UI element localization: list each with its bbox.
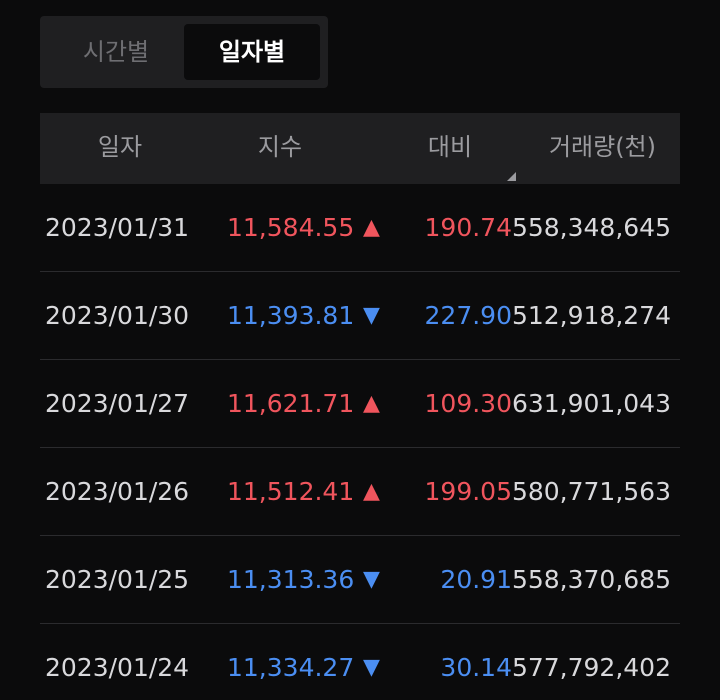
- row-index-value: 11,393.81: [227, 301, 355, 330]
- row-change-value: 20.91: [440, 565, 512, 594]
- row-date: 2023/01/30: [45, 301, 190, 330]
- row-index-value: 11,313.36: [227, 565, 355, 594]
- daily-index-view: 시간별 일자별 일자 지수 대비 거래량(천) 2023/01/31 11,58…: [0, 0, 720, 700]
- row-date: 2023/01/25: [45, 565, 190, 594]
- change-direction-icon: ▲: [363, 215, 380, 240]
- row-change-value: 199.05: [424, 477, 512, 506]
- header-index[interactable]: 지수: [200, 113, 360, 184]
- row-change-value: 109.30: [424, 389, 512, 418]
- table-row[interactable]: 2023/01/31 11,584.55 ▲ 190.74 558,348,64…: [40, 184, 680, 272]
- row-change-value: 227.90: [424, 301, 512, 330]
- table-row[interactable]: 2023/01/25 11,313.36 ▼ 20.91 558,370,685: [40, 536, 680, 624]
- table-row[interactable]: 2023/01/30 11,393.81 ▼ 227.90 512,918,27…: [40, 272, 680, 360]
- table-row[interactable]: 2023/01/26 11,512.41 ▲ 199.05 580,771,56…: [40, 448, 680, 536]
- change-direction-icon: ▼: [363, 303, 380, 328]
- row-date: 2023/01/31: [45, 213, 190, 242]
- change-direction-icon: ▼: [363, 567, 380, 592]
- row-change-value: 30.14: [440, 653, 512, 682]
- row-date: 2023/01/24: [45, 653, 190, 682]
- sort-corner-icon[interactable]: [507, 172, 516, 181]
- tab-hourly[interactable]: 시간별: [48, 24, 184, 80]
- change-direction-icon: ▲: [363, 391, 380, 416]
- row-volume: 577,792,402: [511, 653, 671, 682]
- row-volume: 631,901,043: [511, 389, 671, 418]
- row-volume: 580,771,563: [511, 477, 671, 506]
- row-index-value: 11,334.27: [227, 653, 355, 682]
- table-row[interactable]: 2023/01/27 11,621.71 ▲ 109.30 631,901,04…: [40, 360, 680, 448]
- header-date[interactable]: 일자: [40, 113, 200, 184]
- row-volume: 512,918,274: [511, 301, 671, 330]
- change-direction-icon: ▼: [363, 655, 380, 680]
- table-body: 2023/01/31 11,584.55 ▲ 190.74 558,348,64…: [40, 184, 680, 700]
- table-header: 일자 지수 대비 거래량(천): [40, 113, 680, 184]
- row-index-value: 11,512.41: [227, 477, 355, 506]
- header-change[interactable]: 대비: [380, 113, 520, 184]
- row-volume: 558,370,685: [511, 565, 671, 594]
- tab-daily[interactable]: 일자별: [184, 24, 320, 80]
- period-toggle: 시간별 일자별: [40, 16, 328, 88]
- change-direction-icon: ▲: [363, 479, 380, 504]
- row-change-value: 190.74: [424, 213, 512, 242]
- row-index-value: 11,584.55: [227, 213, 355, 242]
- row-date: 2023/01/26: [45, 477, 190, 506]
- header-volume[interactable]: 거래량(천): [549, 113, 656, 184]
- row-date: 2023/01/27: [45, 389, 190, 418]
- row-volume: 558,348,645: [511, 213, 671, 242]
- table-row[interactable]: 2023/01/24 11,334.27 ▼ 30.14 577,792,402: [40, 624, 680, 700]
- row-index-value: 11,621.71: [227, 389, 355, 418]
